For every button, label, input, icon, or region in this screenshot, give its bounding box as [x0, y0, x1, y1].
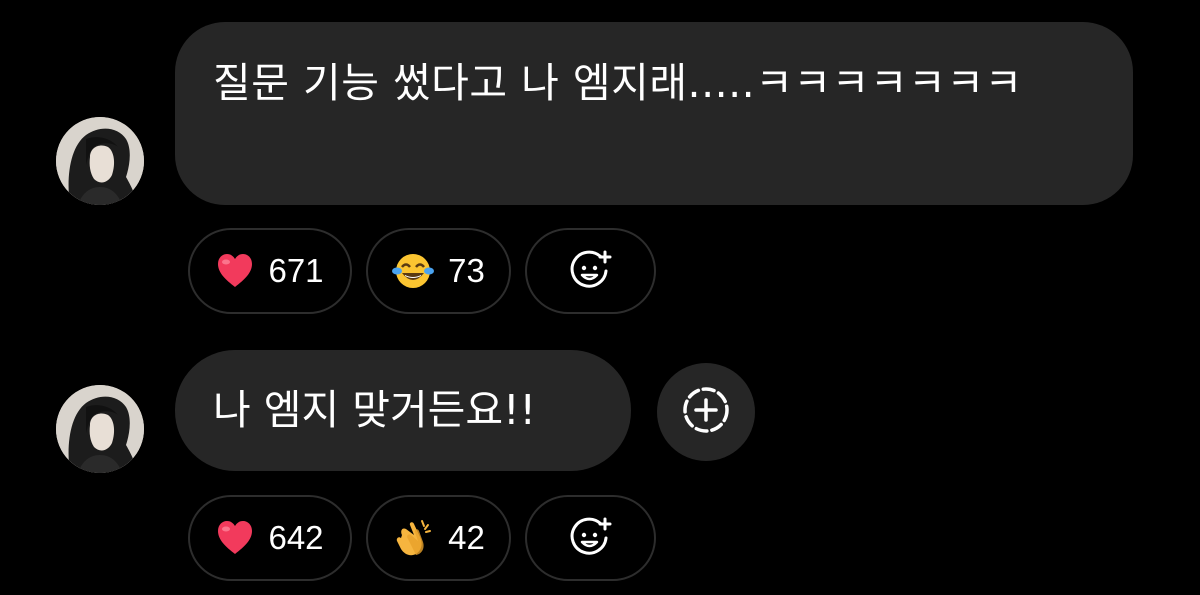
- reaction-tears-of-joy[interactable]: 73: [366, 228, 511, 314]
- message-bubble[interactable]: 질문 기능 썼다고 나 엠지래.....ㅋㅋㅋㅋㅋㅋㅋ: [175, 22, 1133, 205]
- heart-icon: [216, 253, 254, 289]
- add-emoji-icon: [569, 516, 613, 560]
- reaction-count: 671: [268, 252, 324, 289]
- face-with-tears-of-joy-icon: [392, 251, 435, 291]
- chat-screen: 질문 기능 썼다고 나 엠지래.....ㅋㅋㅋㅋㅋㅋㅋ 671 73 나 엠지 …: [0, 0, 1200, 595]
- add-emoji-icon: [569, 249, 613, 293]
- sender-avatar[interactable]: [56, 385, 144, 473]
- heart-icon: [216, 520, 254, 556]
- clapping-hands-icon: [392, 517, 434, 559]
- reaction-count: 73: [448, 252, 485, 289]
- message-text: 나 엠지 맞거든요!!: [213, 386, 536, 434]
- reaction-count: 642: [268, 519, 324, 556]
- sender-avatar[interactable]: [56, 117, 144, 205]
- message-bubble[interactable]: 나 엠지 맞거든요!!: [175, 350, 631, 471]
- reaction-clapping-hands[interactable]: 42: [366, 495, 511, 581]
- dashed-plus-circle-icon: [681, 385, 731, 439]
- add-reaction-button[interactable]: [525, 228, 656, 314]
- more-actions-button[interactable]: [657, 363, 755, 461]
- reaction-count: 42: [448, 519, 485, 556]
- reaction-heart[interactable]: 642: [188, 495, 352, 581]
- message-text: 질문 기능 썼다고 나 엠지래.....ㅋㅋㅋㅋㅋㅋㅋ: [213, 59, 1023, 107]
- add-reaction-button[interactable]: [525, 495, 656, 581]
- reaction-heart[interactable]: 671: [188, 228, 352, 314]
